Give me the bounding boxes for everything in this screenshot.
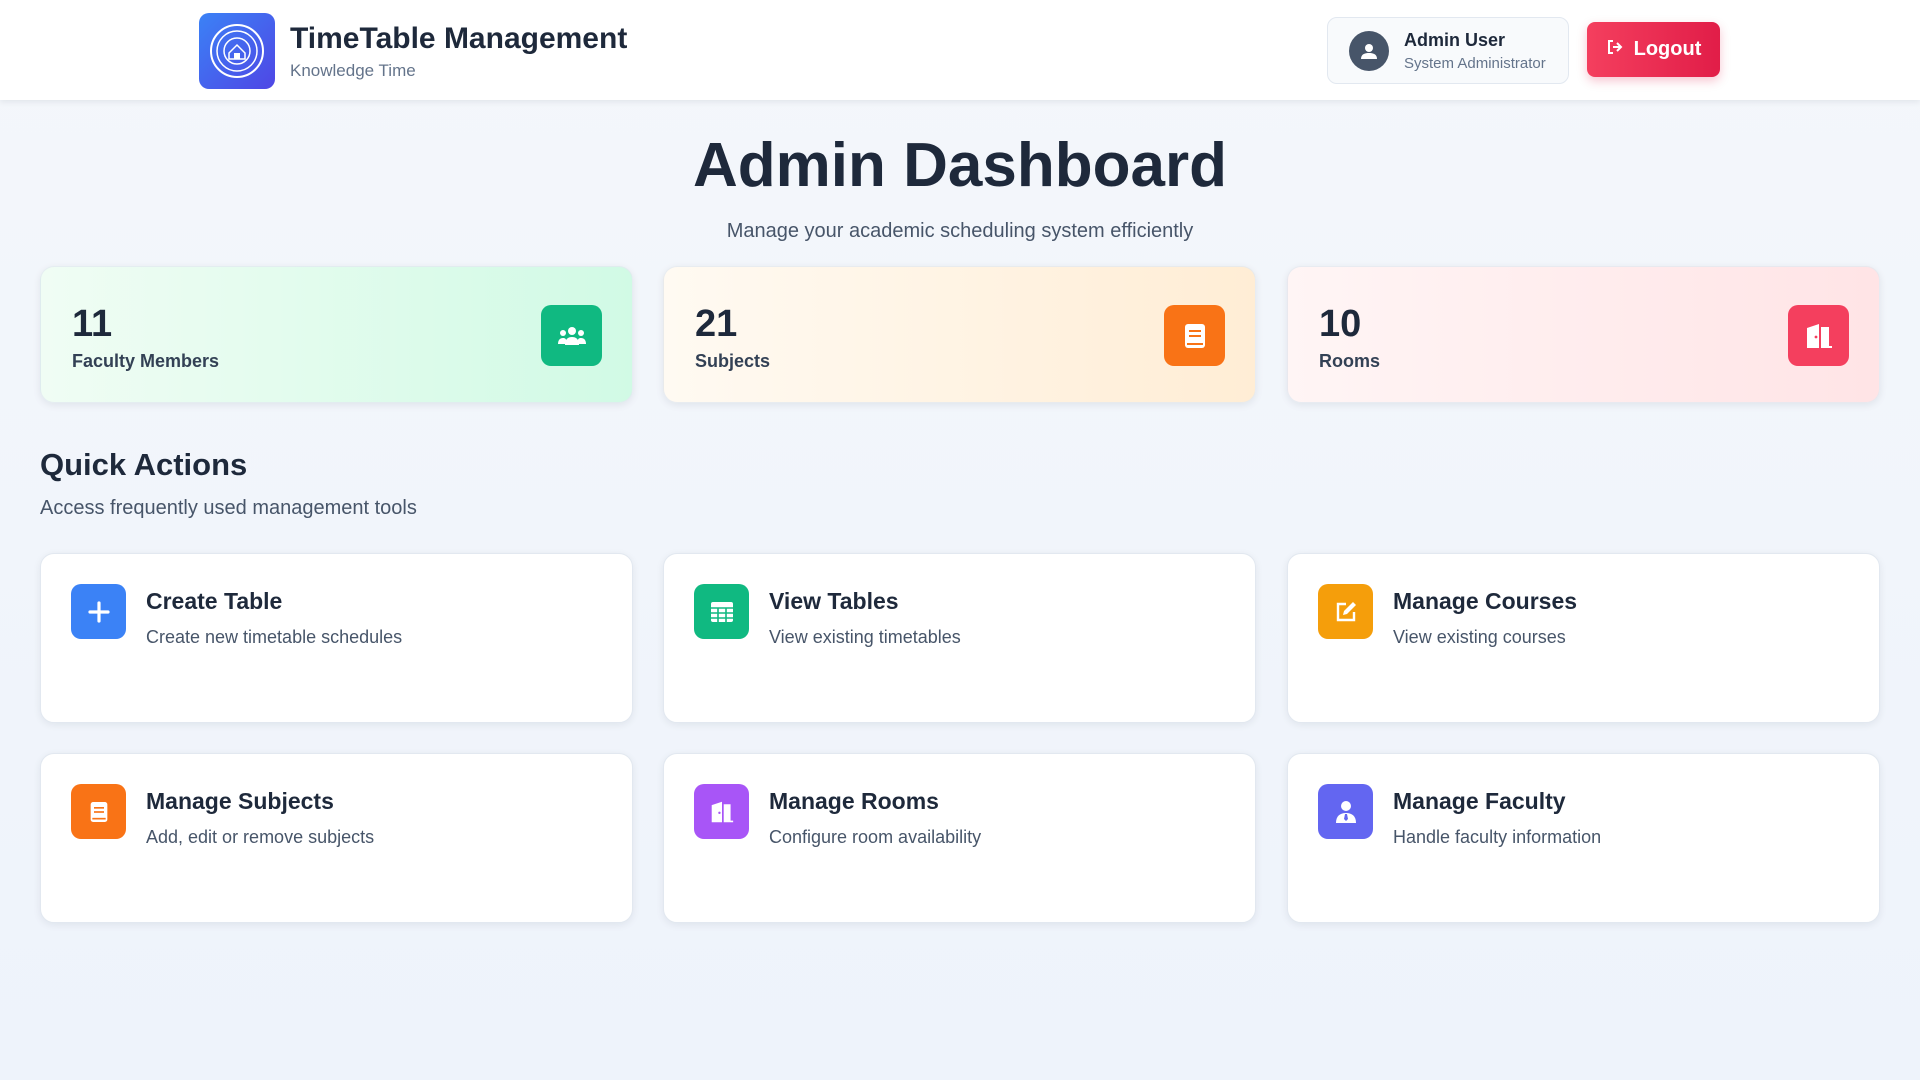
- stat-card-subjects: 21 Subjects: [663, 266, 1256, 403]
- university-seal-icon: [199, 13, 275, 89]
- action-card-view-tables[interactable]: View Tables View existing timetables: [663, 553, 1256, 723]
- stat-label: Faculty Members: [72, 351, 220, 371]
- action-title: Manage Rooms: [769, 788, 939, 814]
- plus-icon: [71, 584, 126, 639]
- sign-out-icon: [1606, 38, 1624, 62]
- action-title: Manage Courses: [1393, 588, 1578, 614]
- action-title: Create Table: [146, 588, 283, 614]
- logout-button[interactable]: Logout: [1587, 22, 1720, 77]
- logout-label: Logout: [1633, 38, 1702, 60]
- stat-card-rooms: 10 Rooms: [1287, 266, 1880, 403]
- edit-icon: [1318, 584, 1373, 639]
- users-icon: [541, 305, 602, 366]
- action-card-manage-faculty[interactable]: Manage Faculty Handle faculty informatio…: [1287, 753, 1880, 923]
- stat-value: 10: [1319, 303, 1362, 345]
- action-description: Add, edit or remove subjects: [146, 827, 375, 847]
- page-subtitle: Manage your academic scheduling system e…: [726, 220, 1194, 242]
- action-description: Create new timetable schedules: [146, 627, 403, 647]
- stat-label: Rooms: [1319, 351, 1381, 371]
- book-icon: [1164, 305, 1225, 366]
- stat-card-faculty: 11 Faculty Members: [40, 266, 633, 403]
- quick-actions-title: Quick Actions: [40, 447, 248, 482]
- door-icon: [1788, 305, 1849, 366]
- page-title: Admin Dashboard: [693, 131, 1227, 200]
- door-icon: [694, 784, 749, 839]
- action-description: Handle faculty information: [1393, 827, 1602, 847]
- stat-value: 11: [72, 303, 113, 345]
- stat-value: 21: [695, 303, 738, 345]
- user-tie-icon: [1318, 784, 1373, 839]
- user-profile[interactable]: Admin User System Administrator: [1327, 17, 1569, 84]
- user-name: Admin User: [1404, 29, 1506, 50]
- app-title: TimeTable Management: [290, 22, 628, 55]
- user-role: System Administrator: [1404, 54, 1546, 72]
- book-icon: [71, 784, 126, 839]
- action-card-manage-subjects[interactable]: Manage Subjects Add, edit or remove subj…: [40, 753, 633, 923]
- action-description: View existing timetables: [769, 627, 961, 647]
- app-subtitle: Knowledge Time: [290, 61, 416, 80]
- table-icon: [694, 584, 749, 639]
- action-title: Manage Faculty: [1393, 788, 1566, 814]
- top-navbar: TimeTable Management Knowledge Time Admi…: [0, 0, 1920, 100]
- action-card-manage-courses[interactable]: Manage Courses View existing courses: [1287, 553, 1880, 723]
- brand[interactable]: TimeTable Management Knowledge Time: [199, 13, 627, 89]
- action-card-manage-rooms[interactable]: Manage Rooms Configure room availability: [663, 753, 1256, 923]
- action-title: Manage Subjects: [146, 788, 334, 814]
- action-title: View Tables: [769, 588, 899, 614]
- stat-label: Subjects: [695, 351, 771, 371]
- quick-actions-subtitle: Access frequently used management tools: [40, 497, 417, 519]
- action-description: Configure room availability: [769, 827, 982, 847]
- action-card-create-table[interactable]: Create Table Create new timetable schedu…: [40, 553, 633, 723]
- action-description: View existing courses: [1393, 627, 1566, 647]
- user-circle-icon: [1349, 30, 1389, 71]
